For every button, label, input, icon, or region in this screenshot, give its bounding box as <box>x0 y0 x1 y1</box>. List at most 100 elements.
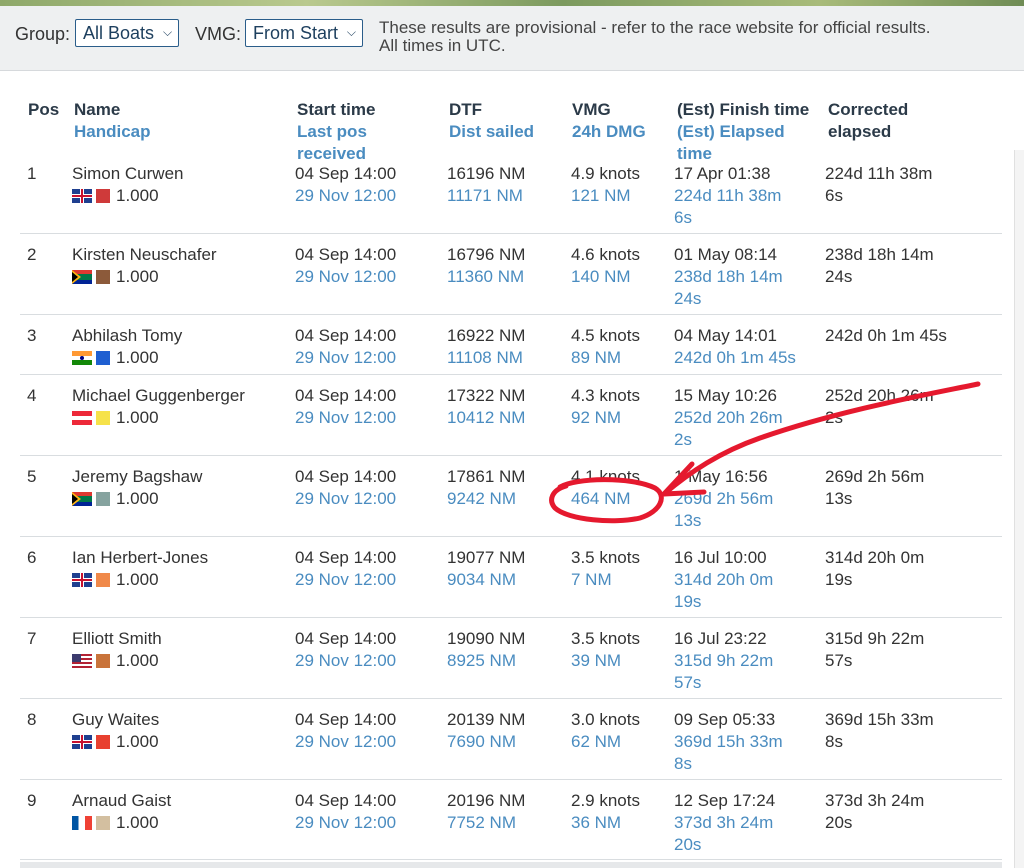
handicap-value: 1.000 <box>116 813 159 832</box>
table-row[interactable]: 4 Michael Guggenberger 1.000 04 Sep 14:00 29… <box>20 374 1002 456</box>
corrected-cell: 315d 9h 22m 57s <box>825 629 925 670</box>
header-corrected[interactable]: Corrected elapsed <box>828 99 908 143</box>
skipper-cell: Michael Guggenberger 1.000 <box>72 385 245 429</box>
position: 6 <box>27 548 37 567</box>
header-24h-dmg[interactable]: 24h DMG <box>572 121 646 143</box>
country-flag-icon <box>72 189 92 203</box>
position: 8 <box>27 710 37 729</box>
finish-cell: 15 May 10:26 252d 20h 26m 2s <box>674 386 783 449</box>
finish-cell: 17 Apr 01:38 224d 11h 38m 6s <box>674 164 782 227</box>
dtf-cell: 20139 NM 7690 NM <box>447 710 526 751</box>
group-select[interactable]: All Boats ⌵ <box>75 19 180 47</box>
start-cell: 04 Sep 14:00 29 Nov 12:00 <box>295 245 397 286</box>
skipper-cell: Guy Waites 1.000 <box>72 709 159 753</box>
corrected-cell: 224d 11h 38m 6s <box>825 164 933 205</box>
boat-color-swatch <box>96 816 110 830</box>
skipper-cell: Elliott Smith 1.000 <box>72 628 162 672</box>
skipper-name[interactable]: Ian Herbert-Jones <box>72 547 208 569</box>
table-row[interactable]: 8 Guy Waites 1.000 04 Sep 14:00 29 Nov 12:00… <box>20 698 1002 780</box>
finish-cell: 1 May 16:56 269d 2h 56m 13s <box>674 467 774 530</box>
start-cell: 04 Sep 14:00 29 Nov 12:00 <box>295 791 397 832</box>
country-flag-icon <box>72 411 92 425</box>
skipper-name[interactable]: Jeremy Bagshaw <box>72 466 202 488</box>
table-row[interactable]: 2 Kirsten Neuschafer 1.000 04 Sep 14:00 29 N… <box>20 233 1002 315</box>
dtf-cell: 17861 NM 9242 NM <box>447 467 526 508</box>
finish-cell: 12 Sep 17:24 373d 3h 24m 20s <box>674 791 776 854</box>
country-flag-icon <box>72 816 92 830</box>
results-table: Pos Name Handicap Start time Last pos rec… <box>0 70 1024 868</box>
boat-color-swatch <box>96 573 110 587</box>
dtf-cell: 16796 NM 11360 NM <box>447 245 526 286</box>
skipper-name[interactable]: Michael Guggenberger <box>72 385 245 407</box>
finish-cell: 16 Jul 10:00 314d 20h 0m 19s <box>674 548 774 611</box>
skipper-name[interactable]: Abhilash Tomy <box>72 325 182 347</box>
skipper-name[interactable]: Elliott Smith <box>72 628 162 650</box>
vmg-cell: 4.5 knots 89 NM <box>571 326 640 367</box>
skipper-name[interactable]: Simon Curwen <box>72 163 184 185</box>
dtf-cell: 16922 NM 11108 NM <box>447 326 526 367</box>
table-row[interactable]: 5 Jeremy Bagshaw 1.000 04 Sep 14:00 29 Nov 1… <box>20 455 1002 537</box>
boat-color-swatch <box>96 411 110 425</box>
table-row[interactable]: 7 Elliott Smith 1.000 04 Sep 14:00 29 Nov 12… <box>20 617 1002 699</box>
country-flag-icon <box>72 735 92 749</box>
header-pos[interactable]: Pos <box>28 99 59 121</box>
position: 5 <box>27 467 37 486</box>
vmg-select-value: From Start <box>253 23 339 43</box>
handicap-value: 1.000 <box>116 651 159 670</box>
handicap-value: 1.000 <box>116 489 159 508</box>
corrected-cell: 369d 15h 33m 8s <box>825 710 934 751</box>
start-cell: 04 Sep 14:00 29 Nov 12:00 <box>295 467 397 508</box>
vmg-label: VMG: <box>195 24 242 44</box>
table-row[interactable]: 6 Ian Herbert-Jones 1.000 04 Sep 14:00 29 No… <box>20 536 1002 618</box>
country-flag-icon <box>72 270 92 284</box>
skipper-cell: Abhilash Tomy 1.000 <box>72 325 182 369</box>
corrected-cell: 242d 0h 1m 45s <box>825 326 947 345</box>
handicap-value: 1.000 <box>116 186 159 205</box>
header-dist-sailed[interactable]: Dist sailed <box>449 121 534 143</box>
skipper-cell: Kirsten Neuschafer 1.000 <box>72 244 217 288</box>
dtf-cell: 17322 NM 10412 NM <box>447 386 526 427</box>
boat-color-swatch <box>96 492 110 506</box>
handicap-value: 1.000 <box>116 570 159 589</box>
corrected-cell: 252d 20h 26m 2s <box>825 386 934 427</box>
vmg-select[interactable]: From Start ⌵ <box>245 19 364 47</box>
header-handicap[interactable]: Handicap <box>74 121 151 143</box>
chevron-down-icon: ⌵ <box>346 25 357 39</box>
start-cell: 04 Sep 14:00 29 Nov 12:00 <box>295 548 397 589</box>
boat-color-swatch <box>96 351 110 365</box>
table-row[interactable]: 3 Abhilash Tomy 1.000 04 Sep 14:00 29 Nov 12… <box>20 314 1002 375</box>
handicap-value: 1.000 <box>116 408 159 427</box>
table-footer-bar <box>20 862 1002 868</box>
vmg-cell: 4.1 knots 464 NM <box>571 467 640 508</box>
start-cell: 04 Sep 14:00 29 Nov 12:00 <box>295 629 397 670</box>
vmg-cell: 4.3 knots 92 NM <box>571 386 640 427</box>
finish-cell: 16 Jul 23:22 315d 9h 22m 57s <box>674 629 774 692</box>
chevron-down-icon: ⌵ <box>162 25 173 39</box>
scrollbar[interactable] <box>1014 150 1024 868</box>
country-flag-icon <box>72 492 92 506</box>
position: 9 <box>27 791 37 810</box>
start-cell: 04 Sep 14:00 29 Nov 12:00 <box>295 164 397 205</box>
vmg-cell: 4.6 knots 140 NM <box>571 245 640 286</box>
vmg-cell: 3.5 knots 7 NM <box>571 548 640 589</box>
vmg-cell: 3.0 knots 62 NM <box>571 710 640 751</box>
skipper-name[interactable]: Guy Waites <box>72 709 159 731</box>
header-dtf[interactable]: DTF Dist sailed <box>449 99 534 143</box>
skipper-name[interactable]: Kirsten Neuschafer <box>72 244 217 266</box>
position: 1 <box>27 164 37 183</box>
start-cell: 04 Sep 14:00 29 Nov 12:00 <box>295 386 397 427</box>
vmg-cell: 2.9 knots 36 NM <box>571 791 640 832</box>
start-cell: 04 Sep 14:00 29 Nov 12:00 <box>295 326 397 367</box>
skipper-cell: Ian Herbert-Jones 1.000 <box>72 547 208 591</box>
header-name[interactable]: Name Handicap <box>74 99 151 143</box>
dtf-cell: 16196 NM 11171 NM <box>447 164 526 205</box>
skipper-cell: Jeremy Bagshaw 1.000 <box>72 466 202 510</box>
table-row[interactable]: 9 Arnaud Gaist 1.000 04 Sep 14:00 29 Nov 12:… <box>20 779 1002 860</box>
boat-color-swatch <box>96 654 110 668</box>
header-vmg[interactable]: VMG 24h DMG <box>572 99 646 143</box>
position: 2 <box>27 245 37 264</box>
skipper-name[interactable]: Arnaud Gaist <box>72 790 171 812</box>
dtf-cell: 19077 NM 9034 NM <box>447 548 526 589</box>
table-row[interactable]: 1 Simon Curwen 1.000 04 Sep 14:00 29 Nov 12:… <box>20 152 1002 234</box>
results-toolbar: Group: All Boats ⌵ VMG: From Start ⌵ The… <box>0 6 1024 71</box>
